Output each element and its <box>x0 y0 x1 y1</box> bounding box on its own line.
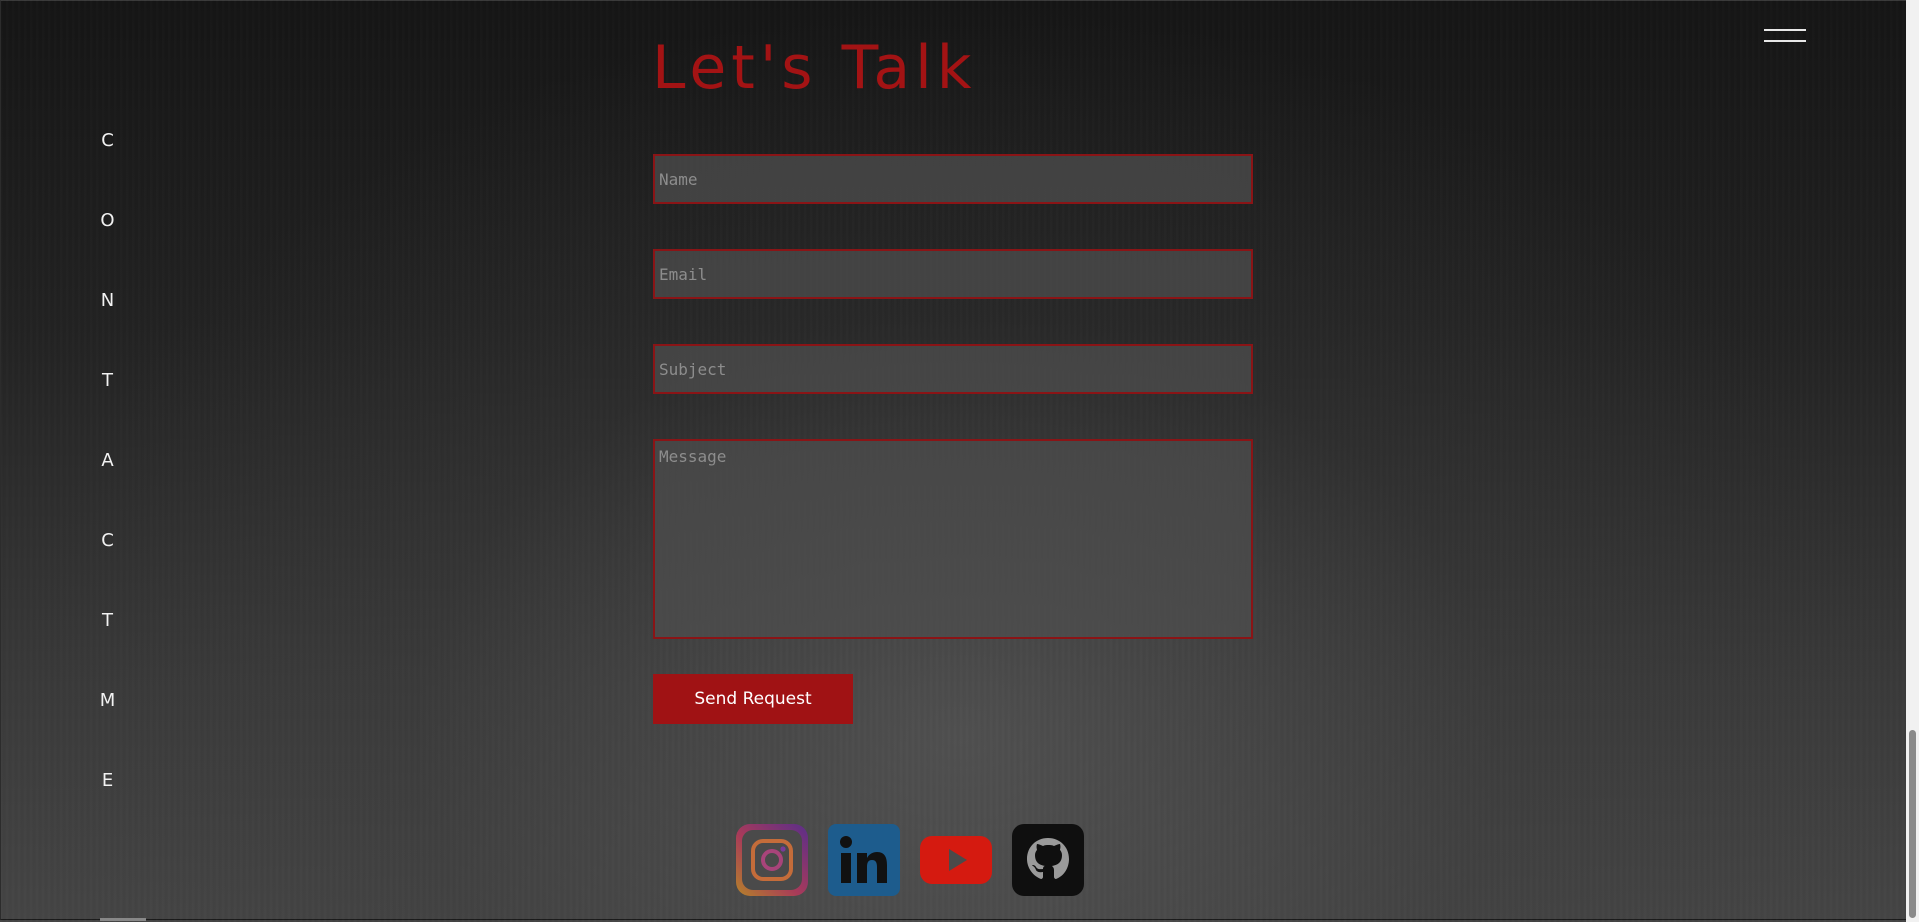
vertical-letter: C <box>101 130 115 151</box>
linkedin-icon <box>840 836 887 883</box>
page-title: Let's Talk <box>652 33 977 103</box>
vertical-letter: A <box>101 450 115 471</box>
vertical-letter: T <box>102 370 114 391</box>
vertical-letter: C <box>101 530 115 551</box>
vertical-letter: E <box>101 770 115 791</box>
name-input[interactable] <box>653 154 1253 204</box>
instagram-link[interactable] <box>736 824 808 896</box>
github-link[interactable] <box>1012 824 1084 896</box>
scrollbar-thumb[interactable] <box>1909 730 1916 918</box>
vertical-letter: T <box>102 610 114 631</box>
vertical-scrollbar[interactable] <box>1906 0 1919 922</box>
youtube-link[interactable] <box>920 824 992 896</box>
message-textarea[interactable] <box>653 439 1253 639</box>
instagram-icon <box>742 830 802 890</box>
social-links <box>736 824 1084 896</box>
vertical-letter: N <box>100 290 116 311</box>
vertical-letter: M <box>99 690 117 711</box>
linkedin-link[interactable] <box>828 824 900 896</box>
hamburger-line <box>1764 40 1806 42</box>
vertical-letter: O <box>100 210 116 231</box>
hamburger-menu-icon[interactable] <box>1764 28 1806 44</box>
vertical-contact-label: C O N T A C T M E <box>96 130 120 850</box>
youtube-icon <box>920 836 992 884</box>
bottom-edge-marker <box>100 918 146 921</box>
send-request-button[interactable]: Send Request <box>653 674 853 724</box>
github-icon <box>1027 838 1069 879</box>
subject-input[interactable] <box>653 344 1253 394</box>
email-input[interactable] <box>653 249 1253 299</box>
hamburger-line <box>1764 29 1806 31</box>
